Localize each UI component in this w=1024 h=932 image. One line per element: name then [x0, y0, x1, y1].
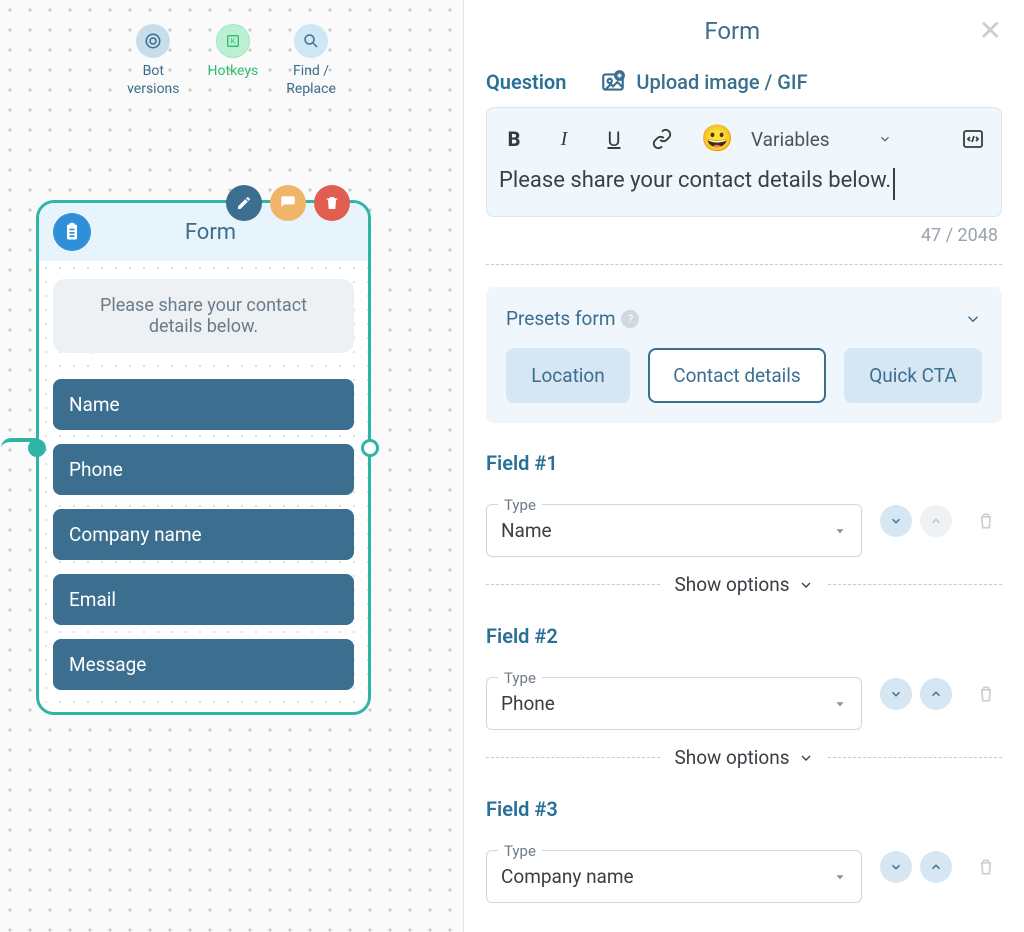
type-select[interactable]: Phone — [486, 677, 862, 730]
form-node[interactable]: Form Please share your contact details b… — [36, 200, 371, 715]
type-select[interactable]: Name — [486, 504, 862, 557]
node-port-in[interactable] — [28, 439, 46, 457]
underline-button[interactable]: U — [601, 127, 627, 151]
panel-title: Form — [486, 17, 979, 45]
canvas[interactable]: Bot versions K Hotkeys Find / Replace — [0, 0, 463, 932]
presets-label: Presets form — [506, 307, 615, 330]
preset-buttons: Location Contact details Quick CTA — [506, 348, 982, 403]
field-block-1: Field #1 Type Name — [486, 451, 1002, 596]
node-field: Name — [53, 379, 354, 430]
type-label: Type — [498, 496, 542, 514]
move-down-button[interactable] — [880, 851, 912, 883]
editor-toolbar: B I U 😀 Variables — [499, 118, 989, 168]
editor-textarea[interactable]: Please share your contact details below. — [499, 168, 895, 200]
help-icon[interactable]: ? — [621, 310, 639, 328]
delete-field-button[interactable] — [970, 857, 1002, 877]
node-field: Phone — [53, 444, 354, 495]
bot-versions-button[interactable]: Bot versions — [127, 24, 179, 98]
link-button[interactable] — [651, 128, 677, 150]
comment-node-button[interactable] — [270, 185, 306, 221]
show-options-label: Show options — [674, 746, 789, 769]
move-down-button[interactable] — [880, 505, 912, 537]
type-value: Company name — [501, 865, 634, 888]
canvas-top-toolbar: Bot versions K Hotkeys Find / Replace — [0, 24, 463, 98]
find-replace-label: Find / Replace — [286, 62, 336, 98]
show-options-toggle[interactable]: Show options — [486, 746, 1002, 769]
close-panel-button[interactable]: ✕ — [979, 14, 1002, 47]
delete-node-button[interactable] — [314, 185, 350, 221]
panel-header: Form ✕ — [464, 0, 1024, 61]
bot-versions-label: Bot versions — [127, 62, 179, 98]
type-label: Type — [498, 669, 542, 687]
chevron-down-icon — [798, 577, 814, 593]
question-editor: B I U 😀 Variables Please share your cont… — [486, 107, 1002, 217]
move-up-button[interactable] — [920, 851, 952, 883]
chevron-down-icon — [878, 132, 892, 146]
tab-upload[interactable]: Upload image / GIF — [600, 69, 807, 95]
presets-section: Presets form ? Location Contact details … — [486, 287, 1002, 423]
move-down-button[interactable] — [880, 678, 912, 710]
find-replace-button[interactable]: Find / Replace — [286, 24, 336, 98]
node-body: Please share your contact details below.… — [39, 261, 368, 712]
edit-node-button[interactable] — [226, 185, 262, 221]
search-icon — [294, 24, 328, 58]
code-view-button[interactable] — [961, 127, 987, 151]
variables-label: Variables — [751, 128, 830, 151]
chevron-down-icon — [798, 750, 814, 766]
field-block-3: Field #3 Type Company name — [486, 797, 1002, 903]
type-value: Name — [501, 519, 552, 542]
emoji-button[interactable]: 😀 — [701, 124, 727, 154]
type-value: Phone — [501, 692, 555, 715]
delete-field-button[interactable] — [970, 511, 1002, 531]
field-title: Field #1 — [486, 451, 1002, 475]
versions-icon — [136, 24, 170, 58]
tab-question[interactable]: Question — [486, 70, 566, 94]
hotkeys-icon: K — [216, 24, 250, 58]
char-count: 47 / 2048 — [486, 225, 998, 246]
type-select[interactable]: Company name — [486, 850, 862, 903]
caret-down-icon — [833, 697, 847, 711]
preset-quick-cta[interactable]: Quick CTA — [844, 348, 982, 403]
move-up-button — [920, 505, 952, 537]
side-panel: Form ✕ Question Upload image / GIF B I U… — [463, 0, 1024, 932]
bold-button[interactable]: B — [501, 127, 527, 151]
show-options-label: Show options — [674, 573, 789, 596]
node-field: Email — [53, 574, 354, 625]
presets-collapse-button[interactable] — [964, 310, 982, 328]
tab-upload-label: Upload image / GIF — [636, 70, 807, 94]
image-upload-icon — [600, 69, 626, 95]
node-port-out[interactable] — [361, 439, 379, 457]
field-block-2: Field #2 Type Phone — [486, 624, 1002, 769]
show-options-toggle[interactable]: Show options — [486, 573, 1002, 596]
separator — [486, 264, 1002, 265]
hotkeys-button[interactable]: K Hotkeys — [208, 24, 259, 98]
caret-down-icon — [833, 524, 847, 538]
hotkeys-label: Hotkeys — [208, 62, 259, 80]
italic-button[interactable]: I — [551, 128, 577, 151]
move-up-button[interactable] — [920, 678, 952, 710]
field-title: Field #3 — [486, 797, 1002, 821]
node-title: Form — [105, 220, 316, 245]
form-icon — [53, 213, 91, 251]
node-message: Please share your contact details below. — [53, 279, 354, 353]
node-actions — [226, 185, 350, 221]
delete-field-button[interactable] — [970, 684, 1002, 704]
node-field: Company name — [53, 509, 354, 560]
node-field: Message — [53, 639, 354, 690]
svg-text:K: K — [231, 37, 236, 46]
variables-dropdown[interactable]: Variables — [751, 128, 892, 151]
preset-location[interactable]: Location — [506, 348, 630, 403]
type-label: Type — [498, 842, 542, 860]
caret-down-icon — [833, 870, 847, 884]
field-title: Field #2 — [486, 624, 1002, 648]
preset-contact-details[interactable]: Contact details — [648, 348, 826, 403]
panel-body[interactable]: Question Upload image / GIF B I U 😀 Vari… — [464, 61, 1024, 932]
panel-tabs: Question Upload image / GIF — [486, 69, 1002, 95]
